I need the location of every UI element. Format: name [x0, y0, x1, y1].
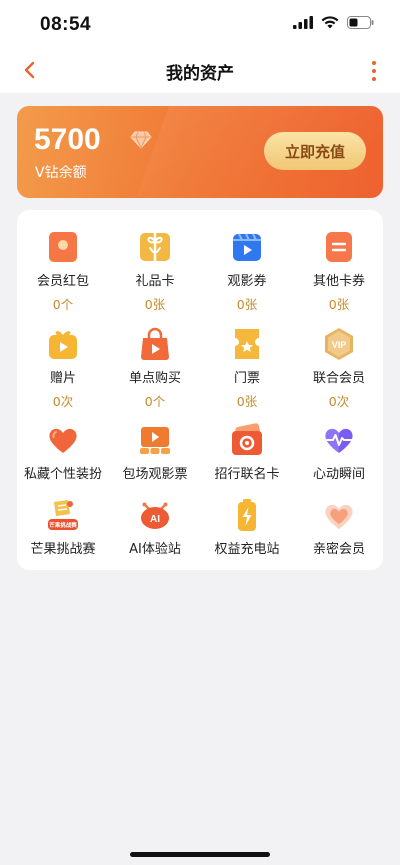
asset-private-screening[interactable]: 包场观影票 — [109, 423, 201, 482]
balance-label: V钻余额 — [35, 165, 87, 181]
challenge-badge-text: 芒果挑战赛 — [49, 521, 77, 529]
more-button[interactable] — [370, 61, 378, 81]
asset-label: 心动瞬间 — [312, 467, 365, 482]
asset-label: 赠片 — [49, 371, 76, 386]
asset-label: 门票 — [233, 371, 260, 386]
asset-gifted-films[interactable]: 赠片 0次 — [17, 327, 109, 410]
asset-intimate-membership[interactable]: 亲密会员 — [293, 498, 385, 557]
asset-count: 0张 — [236, 297, 258, 312]
asset-label: 包场观影票 — [122, 467, 188, 482]
nav-bar: 我的资产 — [0, 50, 400, 93]
asset-personal-decoration[interactable]: 私藏个性装扮 — [17, 423, 109, 482]
cellular-signal-icon — [293, 16, 313, 29]
asset-label: 芒果挑战赛 — [30, 542, 96, 557]
coupon-icon — [326, 232, 352, 262]
asset-heartbeat-moments[interactable]: 心动瞬间 — [293, 423, 385, 482]
asset-member-red-envelope[interactable]: 会员红包 0个 — [17, 230, 109, 313]
more-dot — [372, 61, 376, 65]
asset-label: 礼品卡 — [135, 274, 175, 289]
asset-label: AI体验站 — [129, 542, 181, 557]
battery-icon — [238, 499, 256, 531]
asset-label: 会员红包 — [36, 274, 89, 289]
challenge-trophy-icon: 芒果挑战赛 — [48, 500, 78, 530]
gift-box-icon — [49, 331, 77, 359]
assets-grid: 会员红包 0个 礼品卡 0张 观影券 0张 其他卡券 0张 赠片 0次 单点购买… — [17, 210, 383, 570]
asset-joint-membership[interactable]: VIP 联合会员 0次 — [293, 327, 385, 410]
asset-gift-card[interactable]: 礼品卡 0张 — [109, 230, 201, 313]
asset-label: 招行联名卡 — [214, 467, 280, 482]
clapperboard-icon — [233, 233, 261, 261]
recharge-button[interactable]: 立即充值 — [264, 132, 366, 170]
ai-robot-icon: AI — [141, 502, 169, 529]
asset-count: 0张 — [328, 297, 350, 312]
diamond-icon — [130, 131, 152, 149]
asset-benefits-charging[interactable]: 权益充电站 — [201, 498, 293, 557]
asset-cmb-cobranded-card[interactable]: 招行联名卡 — [201, 423, 293, 482]
status-time: 08:54 — [40, 14, 92, 35]
status-bar: 08:54 — [0, 0, 400, 50]
ticket-icon — [235, 329, 259, 359]
shopping-bag-icon — [141, 327, 169, 360]
asset-label: 其他卡券 — [312, 274, 365, 289]
gift-card-icon — [140, 233, 170, 261]
cinema-screen-icon — [140, 427, 170, 454]
vip-badge-icon: VIP — [325, 328, 353, 360]
svg-text:VIP: VIP — [332, 340, 347, 350]
asset-label: 私藏个性装扮 — [23, 467, 102, 482]
asset-single-purchase[interactable]: 单点购买 0个 — [109, 327, 201, 410]
balance-card: 5700 V钻余额 立即充值 — [17, 106, 383, 198]
bank-card-icon — [232, 423, 262, 455]
more-dot — [372, 77, 376, 81]
asset-tickets[interactable]: 门票 0张 — [201, 327, 293, 410]
heartbeat-icon — [324, 428, 354, 453]
asset-other-coupons[interactable]: 其他卡券 0张 — [293, 230, 385, 313]
balance-amount: 5700 — [34, 123, 101, 156]
ai-badge-text: AI — [150, 514, 160, 525]
red-envelope-icon — [49, 232, 77, 262]
asset-movie-voucher[interactable]: 观影券 0张 — [201, 230, 293, 313]
wifi-icon — [321, 16, 339, 29]
battery-status-icon — [347, 16, 374, 29]
more-dot — [372, 69, 376, 73]
top-area: 08:54 我的资产 — [0, 0, 400, 93]
heart-icon — [49, 428, 77, 453]
asset-count: 0张 — [144, 297, 166, 312]
asset-count: 0次 — [328, 394, 350, 409]
asset-count: 0个 — [52, 297, 74, 312]
asset-count: 0张 — [236, 394, 258, 409]
asset-label: 权益充电站 — [214, 542, 280, 557]
asset-count: 0个 — [144, 394, 166, 409]
status-icons — [293, 16, 374, 29]
asset-label: 观影券 — [227, 274, 267, 289]
asset-label: 单点购买 — [128, 371, 181, 386]
asset-label: 亲密会员 — [312, 542, 365, 557]
asset-count: 0次 — [52, 394, 74, 409]
double-heart-icon — [325, 504, 353, 529]
asset-ai-experience[interactable]: AI AI体验站 — [109, 498, 201, 557]
asset-label: 联合会员 — [312, 371, 365, 386]
asset-mango-challenge[interactable]: 芒果挑战赛 芒果挑战赛 — [17, 498, 109, 557]
home-indicator[interactable] — [130, 852, 270, 857]
page-title: 我的资产 — [166, 64, 234, 84]
